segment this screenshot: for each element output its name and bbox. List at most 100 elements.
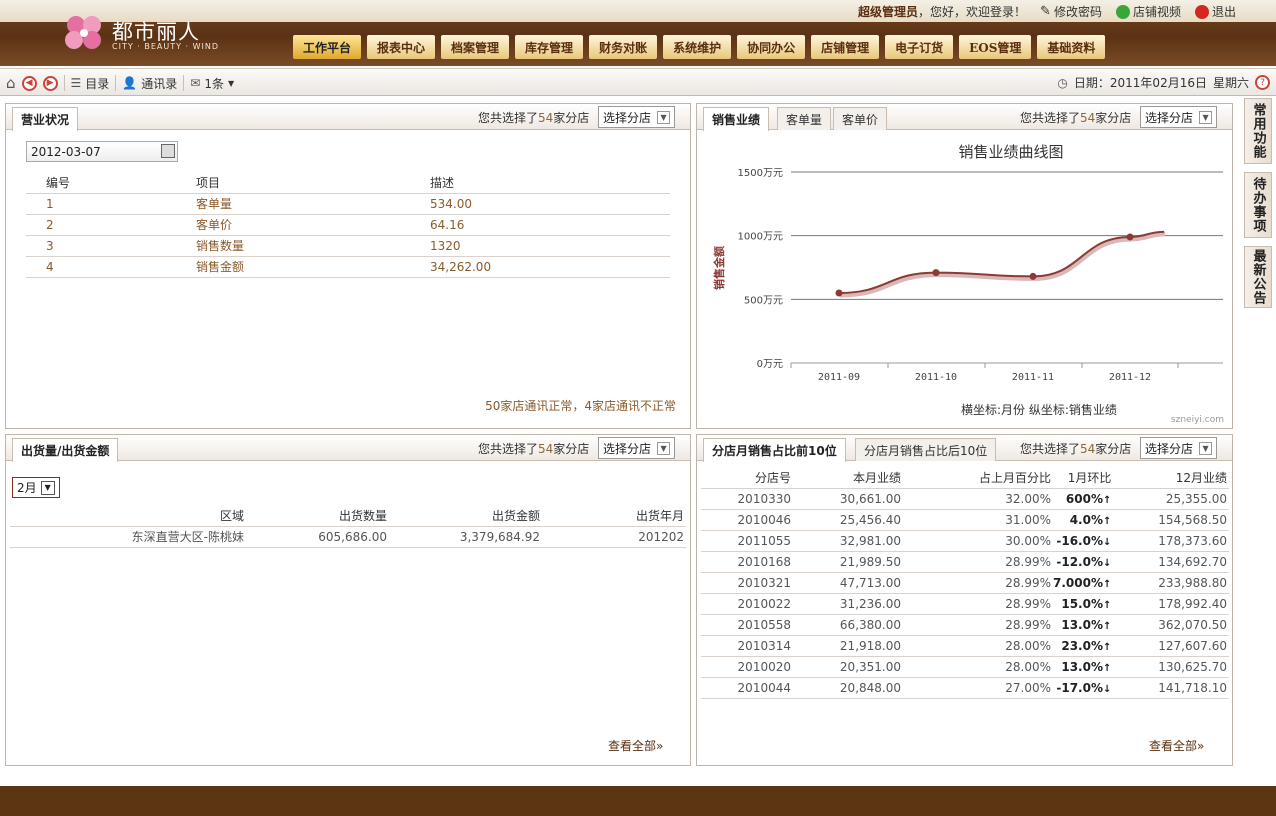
arrow-up-icon: ↑ (1102, 641, 1112, 653)
nav-archive[interactable]: 档案管理 (441, 35, 510, 59)
table-cell-text: 28.99% (1005, 554, 1051, 569)
tab-order-price[interactable]: 客单价 (833, 107, 888, 130)
table-cell-text: 600% (1065, 491, 1103, 506)
nav-inventory[interactable]: 库存管理 (515, 35, 584, 59)
nav-office[interactable]: 协同办公 (737, 35, 806, 59)
table-cell: 3,379,684.92 (389, 526, 542, 548)
store-video-link[interactable]: 店铺视频 (1115, 3, 1181, 20)
table-cell: 154,568.50 (1113, 509, 1229, 531)
watermark: szneiyi.com (1170, 415, 1224, 425)
table-cell: 178,373.60 (1113, 530, 1229, 552)
table-cell: 31,236.00 (793, 593, 903, 615)
catalog-label: 目录 (85, 76, 110, 91)
y-axis-label: 销售金额 (712, 246, 726, 290)
table-cell: 178,992.40 (1113, 593, 1229, 615)
nav-workbench[interactable]: 工作平台 (293, 35, 362, 59)
change-password-link[interactable]: ✎ 修改密码 (1040, 3, 1102, 20)
contacts-button[interactable]: 👤 通讯录 (122, 75, 177, 92)
select-store-label: 选择分店 (603, 110, 652, 125)
table-cell-text: 178,373.60 (1158, 533, 1227, 548)
shipment-panel: 出货量/出货金额 您共选择了54家分店 选择分店 ▼ 2月 ▼ 区域 出货数量 … (5, 434, 691, 766)
month-select[interactable]: 2月 ▼ (12, 477, 60, 498)
table-cell: 2010044 (701, 677, 793, 699)
select-store-label: 选择分店 (1145, 441, 1194, 456)
change-password-label: 修改密码 (1053, 5, 1102, 19)
table-header-row: 编号 项目 描述 (26, 172, 670, 194)
date-value: 2011年02月16日 (1109, 76, 1207, 90)
table-cell: 3 (26, 235, 176, 257)
table-cell: 134,692.70 (1113, 551, 1229, 573)
nav-basic-data[interactable]: 基础资料 (1037, 35, 1106, 59)
nav-finance[interactable]: 财务对账 (589, 35, 658, 59)
chevron-down-icon: ▼ (40, 480, 55, 495)
table-cell-text: -12.0% (1056, 554, 1103, 569)
nav-report-center[interactable]: 报表中心 (367, 35, 436, 59)
back-icon[interactable]: ◀ (21, 75, 37, 91)
date-input[interactable]: 2012-03-07 (26, 141, 178, 162)
tab-bottom-10[interactable]: 分店月销售占比后10位 (855, 438, 997, 461)
messages-button[interactable]: ✉ 1条 ▼ (190, 75, 234, 92)
select-store-button[interactable]: 选择分店 ▼ (598, 106, 676, 128)
table-cell: 201202 (542, 526, 686, 548)
tab-shipment[interactable]: 出货量/出货金额 (12, 438, 119, 462)
table-cell-text: 2010321 (737, 575, 791, 590)
table-cell: 127,607.60 (1113, 635, 1229, 657)
catalog-button[interactable]: ☰ 目录 (71, 75, 110, 92)
nav-e-order[interactable]: 电子订货 (885, 35, 954, 59)
tab-business-status[interactable]: 营业状况 (12, 107, 79, 131)
column-header: 编号 (26, 172, 176, 194)
tab-order-count[interactable]: 客单量 (777, 107, 832, 130)
nav-system[interactable]: 系统维护 (663, 35, 732, 59)
table-cell: 2010020 (701, 656, 793, 678)
view-all-link[interactable]: 查看全部» (1149, 737, 1204, 754)
table-row: 东深直营大区-陈桃妹 605,686.00 3,379,684.92 20120… (10, 526, 686, 548)
logo: 都市丽人 CITY · BEAUTY · WIND (62, 12, 222, 54)
column-header: 出货金额 (389, 505, 542, 527)
side-tab-common-functions[interactable]: 常用功能 (1244, 98, 1272, 164)
table-cell: 1320 (410, 235, 670, 257)
store-ranking-tabs: 分店月销售占比前10位 分店月销售占比后10位 您共选择了54家分店 选择分店 … (697, 435, 1232, 462)
tab-top-10[interactable]: 分店月销售占比前10位 (703, 438, 846, 462)
select-store-button[interactable]: 选择分店 ▼ (1140, 106, 1218, 128)
chevron-down-icon: ▼ (1199, 110, 1213, 124)
side-tab-announcements[interactable]: 最新公告 (1244, 246, 1272, 308)
table-cell-text: 13.0% (1061, 617, 1103, 632)
data-point (1029, 272, 1037, 280)
selected-prefix: 您共选择了 (478, 111, 539, 125)
side-tab-todo[interactable]: 待办事项 (1244, 172, 1272, 238)
view-all-link[interactable]: 查看全部» (608, 737, 663, 754)
y-tick-label: 1000万元 (738, 232, 783, 243)
select-store-button[interactable]: 选择分店 ▼ (1140, 437, 1218, 459)
help-icon[interactable]: ? (1255, 75, 1270, 90)
table-cell-text: 233,988.80 (1158, 575, 1227, 590)
tab-sales-performance[interactable]: 销售业绩 (703, 107, 770, 131)
column-header: 1月环比 (1053, 467, 1114, 489)
home-icon[interactable]: ⌂ (6, 74, 16, 92)
calendar-icon[interactable] (161, 144, 175, 158)
table-cell-text: 2010330 (737, 491, 791, 506)
month-select-value: 2月 (17, 481, 37, 495)
selected-suffix: 家分店 (553, 442, 590, 456)
table-cell-text: 25,456.40 (839, 512, 901, 527)
select-store-button[interactable]: 选择分店 ▼ (598, 437, 676, 459)
table-cell: 66,380.00 (793, 614, 903, 636)
table-cell: 2010558 (701, 614, 793, 636)
x-tick-label: 2011-10 (915, 372, 957, 383)
table-cell-text: 7.000% (1053, 575, 1103, 590)
arrow-up-icon: ↑ (1102, 578, 1112, 590)
main-nav: 工作平台 报表中心 档案管理 库存管理 财务对账 系统维护 协同办公 店铺管理 … (293, 35, 1106, 59)
table-cell: 28.99% (903, 614, 1053, 636)
logout-link[interactable]: 退出 (1194, 3, 1236, 20)
table-row: 2 客单价 64.16 (26, 214, 670, 236)
forward-icon[interactable]: ▶ (42, 75, 58, 91)
chevron-down-icon: ▼ (657, 441, 671, 455)
table-cell: 2010330 (701, 488, 793, 510)
nav-eos[interactable]: EOS管理 (959, 35, 1032, 59)
table-cell: 32.00% (903, 488, 1053, 510)
table-cell: 1 (26, 193, 176, 215)
selected-stores-info: 您共选择了54家分店 (478, 109, 589, 126)
column-header: 区域 (10, 505, 246, 527)
nav-store[interactable]: 店铺管理 (811, 35, 880, 59)
table-cell-text: -17.0% (1056, 680, 1103, 695)
table-cell: 28.00% (903, 656, 1053, 678)
